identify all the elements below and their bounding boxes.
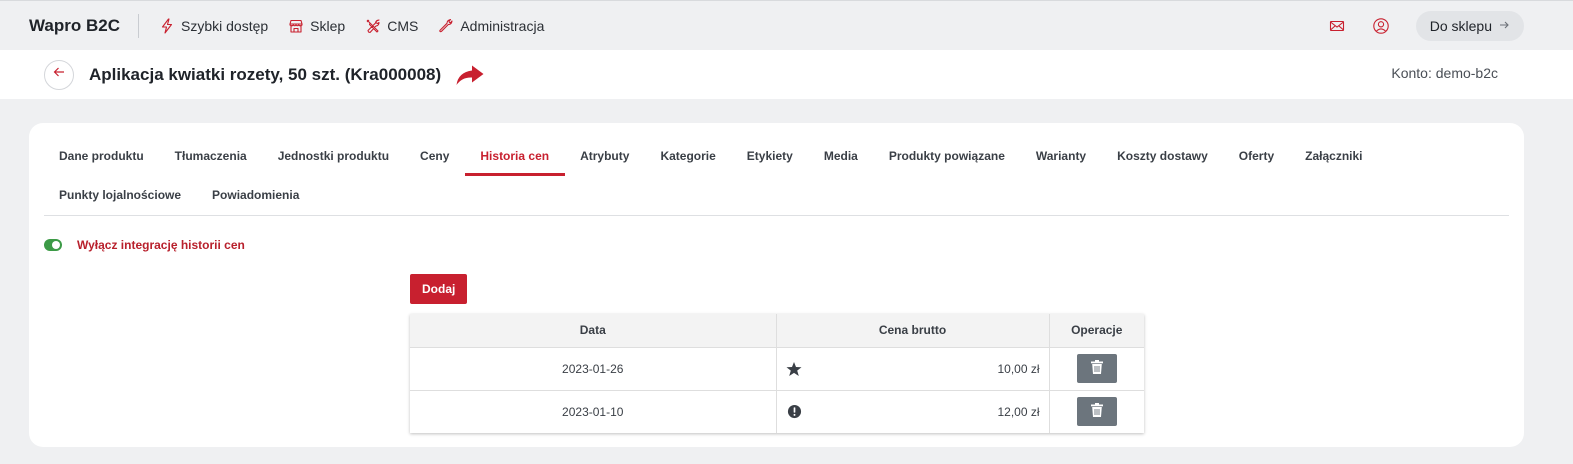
nav-item-label: Sklep	[310, 17, 346, 34]
share-arrow-icon[interactable]	[455, 64, 485, 86]
nav-item-administration[interactable]: Administracja	[438, 18, 544, 34]
star-icon	[786, 360, 803, 377]
tab-offers[interactable]: Oferty	[1224, 137, 1290, 176]
integration-toggle[interactable]	[44, 239, 62, 251]
table-header-row: Data Cena brutto Operacje	[410, 314, 1144, 348]
tab-attributes[interactable]: Atrybuty	[565, 137, 645, 176]
tab-notifications[interactable]: Powiadomienia	[197, 176, 315, 215]
content-card: Dane produktu Tłumaczenia Jednostki prod…	[29, 123, 1524, 447]
brand-logo[interactable]: Wapro B2C	[29, 13, 139, 38]
column-header-gross-price[interactable]: Cena brutto	[776, 314, 1050, 348]
mail-icon[interactable]	[1328, 17, 1346, 35]
tab-loyalty-points[interactable]: Punkty lojalnościowe	[44, 176, 197, 215]
tab-product-data[interactable]: Dane produktu	[44, 137, 160, 176]
nav-item-quick-access[interactable]: Szybki dostęp	[159, 18, 268, 34]
delete-button[interactable]	[1076, 397, 1117, 427]
to-shop-button[interactable]: Do sklepu	[1415, 11, 1524, 41]
product-header: Aplikacja kwiatki rozety, 50 szt. (Kra00…	[0, 50, 1573, 99]
trash-icon	[1089, 359, 1105, 378]
nav-item-label: CMS	[387, 17, 419, 34]
tab-translations[interactable]: Tłumaczenia	[160, 137, 263, 176]
add-button[interactable]: Dodaj	[410, 274, 468, 304]
price-value: 12,00 zł	[997, 404, 1040, 419]
table-row: 2023-01-26 10,00 zł	[410, 347, 1144, 391]
user-icon[interactable]	[1372, 17, 1390, 35]
trash-icon	[1089, 402, 1105, 421]
integration-toggle-row: Wyłącz integrację historii cen	[44, 238, 245, 252]
tab-shipping-costs[interactable]: Koszty dostawy	[1102, 137, 1224, 176]
lightning-icon	[159, 17, 175, 34]
tab-attachments[interactable]: Załączniki	[1290, 137, 1378, 176]
date-cell: 2023-01-10	[410, 390, 777, 433]
arrow-left-icon	[52, 65, 66, 84]
product-tabs: Dane produktu Tłumaczenia Jednostki prod…	[44, 137, 1509, 216]
price-cell: 12,00 zł	[776, 390, 1050, 433]
back-button[interactable]	[44, 59, 74, 90]
alert-circle-icon	[786, 403, 803, 420]
tab-related-products[interactable]: Produkty powiązane	[874, 137, 1021, 176]
store-icon	[288, 18, 304, 34]
top-navbar: Wapro B2C Szybki dostęp Sklep CMS Admini…	[0, 0, 1573, 50]
arrow-right-icon	[1498, 18, 1510, 34]
integration-toggle-label[interactable]: Wyłącz integrację historii cen	[77, 238, 245, 252]
tools-icon	[365, 18, 381, 34]
nav-item-cms[interactable]: CMS	[365, 18, 418, 34]
tab-price-history[interactable]: Historia cen	[465, 137, 566, 176]
date-cell: 2023-01-26	[410, 347, 777, 391]
tab-labels[interactable]: Etykiety	[732, 137, 809, 176]
page-title: Aplikacja kwiatki rozety, 50 szt. (Kra00…	[89, 64, 442, 84]
column-header-operations: Operacje	[1049, 314, 1144, 348]
table-row: 2023-01-10 12,00 zł	[410, 390, 1144, 433]
tab-variants[interactable]: Warianty	[1021, 137, 1102, 176]
delete-button[interactable]	[1076, 354, 1117, 383]
column-header-date[interactable]: Data	[410, 314, 777, 348]
operations-cell	[1049, 347, 1144, 391]
tab-product-units[interactable]: Jednostki produktu	[263, 137, 405, 176]
operations-cell	[1049, 390, 1144, 433]
account-label: Konto: demo-b2c	[1391, 65, 1498, 81]
tab-prices[interactable]: Ceny	[405, 137, 465, 176]
wrench-icon	[438, 18, 454, 34]
nav-item-label: Administracja	[460, 17, 545, 34]
price-value: 10,00 zł	[997, 361, 1040, 376]
top-right-actions: Do sklepu	[1328, 11, 1524, 41]
tab-categories[interactable]: Kategorie	[645, 137, 731, 176]
price-history-table: Data Cena brutto Operacje 2023-01-26 10,…	[410, 314, 1144, 433]
price-cell: 10,00 zł	[776, 347, 1050, 391]
nav-item-label: Szybki dostęp	[181, 17, 269, 34]
tab-media[interactable]: Media	[809, 137, 874, 176]
to-shop-label: Do sklepu	[1429, 18, 1492, 34]
nav-item-store[interactable]: Sklep	[288, 18, 345, 34]
